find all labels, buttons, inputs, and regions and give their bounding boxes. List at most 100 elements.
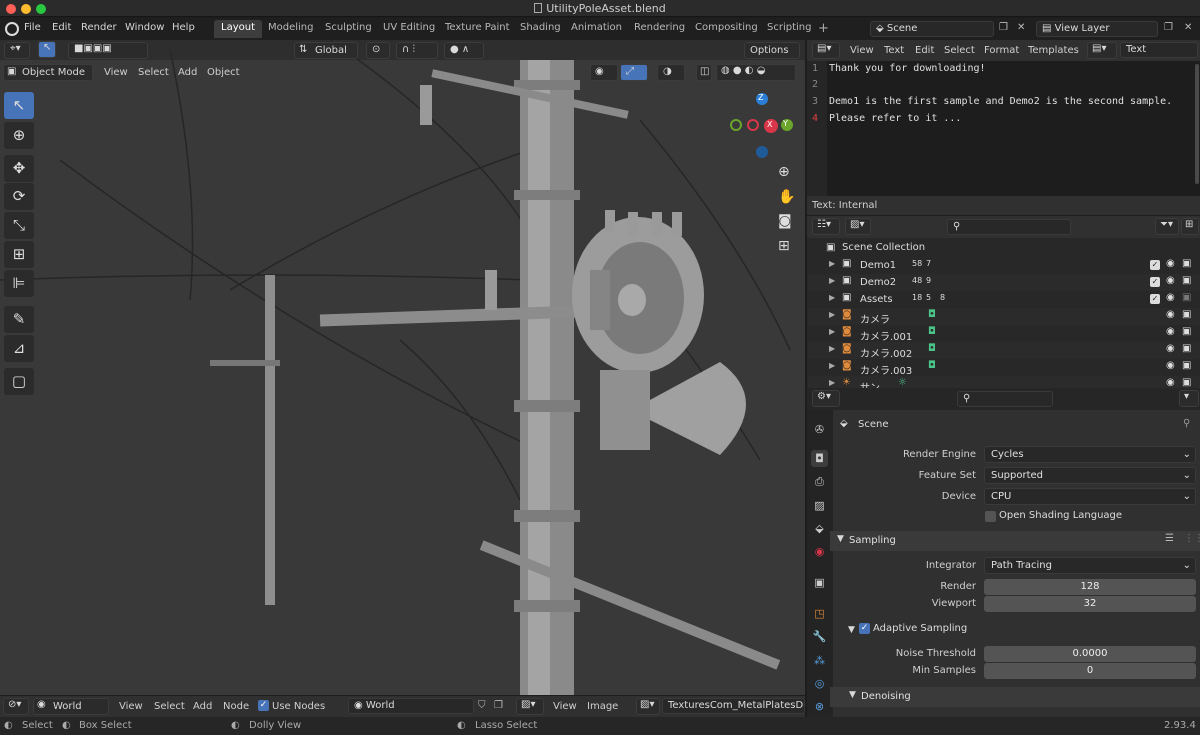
world-tab-icon[interactable]: ◉: [811, 543, 828, 560]
text-line[interactable]: Thank you for downloading!: [829, 63, 986, 74]
text-menu-view[interactable]: View: [850, 45, 874, 56]
render-camera-icon[interactable]: ▣: [1182, 360, 1191, 371]
exclude-checkbox[interactable]: ✓: [1150, 260, 1160, 270]
light-data-icon[interactable]: ☼: [898, 377, 907, 388]
delete-scene-icon[interactable]: ✕: [1017, 22, 1025, 33]
ruler-tool[interactable]: ⊿: [4, 335, 34, 362]
image-datablock-field[interactable]: TexturesCom_MetalPlatesDucts: [662, 698, 805, 714]
outliner-item[interactable]: ▶ ◙ カメラ ◘ ◉ ▣: [808, 308, 1200, 326]
tab-scripting[interactable]: Scripting: [760, 20, 818, 38]
xray-toggle[interactable]: ◫: [696, 64, 712, 81]
node-menu-node[interactable]: Node: [223, 701, 249, 712]
duplicate-world-icon[interactable]: ❐: [494, 700, 503, 711]
tab-rendering[interactable]: Rendering: [627, 20, 692, 38]
menu-file[interactable]: File: [24, 22, 41, 33]
viewport-samples-field[interactable]: 32: [984, 596, 1196, 612]
properties-search-input[interactable]: ⚲: [957, 391, 1053, 407]
overlays-toggle[interactable]: ◑: [657, 64, 685, 81]
text-menu-select[interactable]: Select: [944, 45, 975, 56]
viewport-3d[interactable]: ⌖▾ ↖ ■▣▣▣ ⇅ Global ⊙ ∩ ⫶ ● ∧ Options ▣ Obj…: [0, 40, 805, 695]
text-menu-templates[interactable]: Templates: [1028, 45, 1079, 56]
axis-z-icon[interactable]: Z: [756, 93, 768, 105]
expand-arrow-icon[interactable]: ▶: [829, 276, 835, 285]
presets-list-icon[interactable]: ☰: [1165, 533, 1174, 544]
text-datablock-field[interactable]: Text: [1120, 42, 1198, 58]
visibility-eye-icon[interactable]: ◉: [1166, 326, 1175, 337]
render-camera-icon[interactable]: ▣: [1182, 309, 1191, 320]
ortho-grid-icon[interactable]: ⊞: [778, 238, 790, 254]
selection-mode-toggles[interactable]: ■▣▣▣: [68, 42, 148, 59]
menu-help[interactable]: Help: [172, 22, 195, 33]
select-tool[interactable]: ↖: [4, 92, 34, 119]
image-editor-type-button[interactable]: ▨▾: [516, 698, 544, 715]
viewport-menu-object[interactable]: Object: [207, 67, 240, 78]
integrator-dropdown[interactable]: Path Tracing ⌄: [984, 557, 1196, 574]
scene-tab-icon[interactable]: ⬙: [811, 520, 828, 537]
world-datablock-field[interactable]: ◉ World: [348, 698, 474, 714]
render-camera-icon[interactable]: ▣: [1182, 343, 1191, 354]
sampling-panel-header[interactable]: ▼ Sampling ☰ ⋮⋮: [830, 531, 1200, 551]
scene-selector[interactable]: ⬙ Scene: [870, 21, 994, 37]
view-layer-selector[interactable]: ▤ View Layer: [1036, 21, 1158, 37]
expand-arrow-icon[interactable]: ▶: [829, 344, 835, 353]
adaptive-sampling-checkbox[interactable]: ✓: [859, 623, 870, 634]
new-view-layer-icon[interactable]: ❐: [1164, 22, 1173, 33]
scene-collection-row[interactable]: ▣ Scene Collection: [807, 240, 1200, 257]
axis-x-icon[interactable]: X: [764, 119, 778, 133]
object-mode-dropdown[interactable]: ▣ Object Mode: [3, 64, 93, 81]
text-scrollbar[interactable]: [1195, 64, 1199, 184]
node-menu-view[interactable]: View: [119, 701, 143, 712]
scale-tool[interactable]: ⤡: [4, 212, 34, 239]
node-menu-add[interactable]: Add: [193, 701, 212, 712]
display-mode-button[interactable]: ▨▾: [845, 218, 871, 235]
modifier-tab-icon[interactable]: 🔧: [811, 628, 828, 645]
exclude-checkbox[interactable]: ✓: [1150, 277, 1160, 287]
viewport-menu-select[interactable]: Select: [138, 67, 169, 78]
menu-edit[interactable]: Edit: [52, 22, 71, 33]
blender-logo-icon[interactable]: [5, 22, 19, 36]
select-mode-button[interactable]: ↖: [38, 41, 56, 58]
physics-tab-icon[interactable]: ◎: [811, 675, 828, 692]
camera-data-icon[interactable]: ◘: [928, 309, 936, 320]
proportional-edit-toggle[interactable]: ● ∧: [444, 42, 484, 59]
menu-window[interactable]: Window: [125, 22, 164, 33]
options-dropdown[interactable]: Options: [744, 42, 800, 59]
osl-checkbox[interactable]: [985, 511, 996, 522]
drag-handle-icon[interactable]: ⋮⋮: [1184, 533, 1200, 544]
outliner-type-button[interactable]: ☷▾: [812, 218, 840, 235]
text-editor-type-button[interactable]: ▤▾: [812, 42, 840, 59]
camera-data-icon[interactable]: ◘: [928, 343, 936, 354]
render-samples-field[interactable]: 128: [984, 579, 1196, 595]
expand-arrow-icon[interactable]: ▶: [829, 293, 835, 302]
transform-orientation-dropdown[interactable]: ⇅ Global: [294, 42, 358, 59]
expand-arrow-icon[interactable]: ▶: [829, 259, 835, 268]
outliner-item[interactable]: ▶ ◙ カメラ.002 ◘ ◉ ▣: [808, 342, 1200, 360]
properties-type-button[interactable]: ⚙▾: [812, 390, 840, 407]
render-camera-icon[interactable]: ▣: [1182, 275, 1191, 286]
camera-data-icon[interactable]: ◘: [928, 360, 936, 371]
new-collection-button[interactable]: ⊞: [1181, 218, 1199, 235]
visibility-eye-icon[interactable]: ◉: [1166, 377, 1175, 388]
tab-modeling[interactable]: Modeling: [261, 20, 321, 38]
editor-type-button[interactable]: ⌖▾: [4, 42, 30, 59]
denoising-panel-header[interactable]: ▼ Denoising: [830, 687, 1200, 707]
node-menu-select[interactable]: Select: [154, 701, 185, 712]
image-browse-button[interactable]: ▨▾: [636, 698, 660, 715]
axis-neg-x-icon[interactable]: [747, 119, 759, 131]
outliner-item[interactable]: ▶ ▣ Demo1 58 7 ✓ ◉ ▣: [808, 257, 1200, 274]
pivot-point-dropdown[interactable]: ⊙: [366, 42, 390, 59]
annotate-tool[interactable]: ⊫: [4, 270, 34, 297]
visibility-eye-icon[interactable]: ◉: [1166, 275, 1175, 286]
expand-arrow-icon[interactable]: ▶: [829, 327, 835, 336]
text-editor[interactable]: ▤▾ View Text Edit Select Format Template…: [807, 40, 1200, 215]
tab-layout[interactable]: Layout: [214, 20, 262, 38]
render-camera-icon[interactable]: ▣: [1182, 377, 1191, 388]
menu-render[interactable]: Render: [81, 22, 117, 33]
outliner-item[interactable]: ▶ ◙ カメラ.003 ◘ ◉ ▣: [808, 359, 1200, 377]
gizmo-toggle[interactable]: ⤢: [620, 64, 648, 81]
text-line[interactable]: Demo1 is the first sample and Demo2 is t…: [829, 96, 1172, 107]
visibility-eye-icon[interactable]: ◉: [1166, 343, 1175, 354]
render-camera-icon[interactable]: ▣: [1182, 292, 1191, 303]
delete-view-layer-icon[interactable]: ✕: [1184, 22, 1192, 33]
add-workspace-icon[interactable]: +: [818, 21, 829, 36]
